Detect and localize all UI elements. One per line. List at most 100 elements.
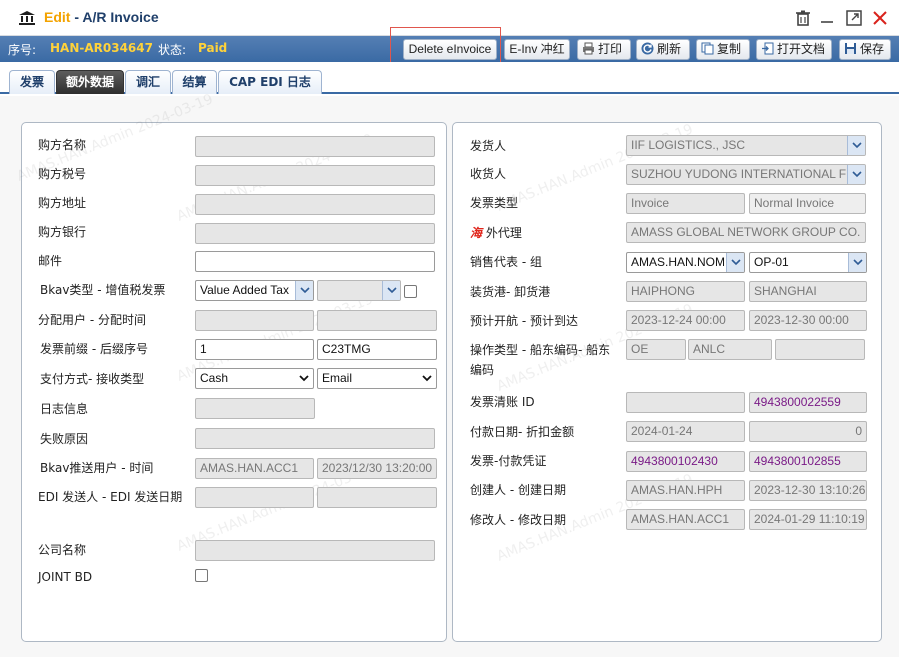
log-info-label: 日志信息: [40, 402, 89, 416]
delete-einvoice-button[interactable]: Delete eInvoice: [403, 39, 497, 60]
create-date-field[interactable]: 2023-12-30 13:10:26: [749, 480, 867, 501]
company-label: 公司名称: [38, 543, 87, 557]
prefix-label: 发票前缀 - 后缀序号: [40, 342, 148, 356]
creator-field[interactable]: AMAS.HAN.HPH: [626, 480, 745, 501]
log-info-field[interactable]: [195, 398, 315, 419]
buyer-tax-field[interactable]: [195, 165, 435, 186]
invoice-clear-id-field[interactable]: 4943800022559: [749, 392, 867, 413]
open-document-icon: [761, 42, 774, 55]
ports-label: 装货港- 卸货港: [470, 285, 551, 299]
creator-label: 创建人 - 创建日期: [470, 483, 566, 497]
payment-label: 支付方式- 接收类型: [40, 372, 145, 386]
fail-reason-field[interactable]: [195, 428, 435, 449]
einv-reverse-button[interactable]: E-Inv 冲红: [504, 39, 570, 60]
buyer-tax-label: 购方税号: [38, 167, 87, 181]
fail-reason-label: 失败原因: [40, 432, 89, 446]
payment-voucher-field[interactable]: 4943800102855: [749, 451, 867, 472]
assign-user-field[interactable]: [195, 310, 314, 331]
invoice-type-label: 发票类型: [470, 196, 519, 210]
discount-amount-field[interactable]: 0: [749, 421, 867, 442]
email-field[interactable]: [195, 251, 435, 272]
chevron-down-icon: [847, 165, 865, 184]
discharge-port-field[interactable]: SHANGHAI: [749, 281, 867, 302]
vat-invoice-select[interactable]: [317, 280, 401, 301]
overseas-agent-label: 海 外代理: [470, 226, 522, 240]
tab-extra-data[interactable]: 额外数据: [56, 70, 124, 94]
open-document-button[interactable]: 打开文档: [756, 39, 832, 60]
chevron-down-icon: [295, 369, 313, 388]
state-label: 状态:: [158, 43, 187, 57]
chevron-down-icon: [726, 253, 744, 272]
bkav-type-select[interactable]: Value Added Tax: [195, 280, 314, 301]
etd-field[interactable]: 2023-12-24 00:00: [626, 310, 745, 331]
invoice-type-field[interactable]: Invoice: [626, 193, 745, 214]
chevron-down-icon: [847, 136, 865, 155]
bkav-push-time-field[interactable]: 2023/12/30 13:20:00: [317, 458, 437, 479]
edi-sender-field[interactable]: [195, 487, 314, 508]
maximize-icon[interactable]: [845, 9, 863, 27]
bkav-push-user-field[interactable]: AMAS.HAN.ACC1: [195, 458, 314, 479]
tab-exchange-adjust[interactable]: 调汇: [125, 70, 171, 94]
serial-value: HAN-AR034647: [50, 41, 153, 55]
company-field[interactable]: [195, 540, 435, 561]
trash-icon[interactable]: [794, 9, 812, 27]
normal-invoice-field[interactable]: Normal Invoice: [749, 193, 866, 214]
refresh-icon: [641, 42, 654, 55]
vat-invoice-checkbox[interactable]: [404, 285, 417, 298]
buyer-bank-field[interactable]: [195, 223, 435, 244]
joint-bd-checkbox[interactable]: [195, 569, 208, 582]
group-select[interactable]: OP-01: [749, 252, 867, 273]
assign-time-field[interactable]: [317, 310, 437, 331]
loading-port-field[interactable]: HAIPHONG: [626, 281, 745, 302]
consignee-label: 收货人: [470, 167, 507, 181]
buyer-name-label: 购方名称: [38, 138, 87, 152]
buyer-bank-label: 购方银行: [38, 225, 87, 239]
printer-icon: [582, 42, 595, 55]
shipper-label: 发货人: [470, 139, 507, 153]
window-titlebar: Edit - A/R Invoice: [0, 0, 899, 36]
window-title: Edit - A/R Invoice: [44, 9, 159, 25]
modify-date-field[interactable]: 2024-01-29 11:10:19: [749, 509, 867, 530]
carrier-code-2-field[interactable]: [775, 339, 865, 360]
tab-settlement[interactable]: 结算: [172, 70, 217, 94]
eta-field[interactable]: 2023-12-30 00:00: [749, 310, 867, 331]
invoice-clear-field[interactable]: [626, 392, 745, 413]
modifier-label: 修改人 - 修改日期: [470, 513, 566, 527]
op-type-field[interactable]: OE: [626, 339, 686, 360]
buyer-address-label: 购方地址: [38, 196, 87, 210]
modifier-field[interactable]: AMAS.HAN.ACC1: [626, 509, 745, 530]
pay-date-field[interactable]: 2024-01-24: [626, 421, 745, 442]
shipper-select[interactable]: IIF LOGISTICS., JSC: [626, 135, 866, 156]
consignee-select[interactable]: SUZHOU YUDONG INTERNATIONAL F: [626, 164, 866, 185]
invoice-prefix-field[interactable]: 1: [195, 339, 314, 360]
sales-rep-select[interactable]: AMAS.HAN.NOM: [626, 252, 745, 273]
email-label: 邮件: [38, 254, 63, 268]
window-title-text: A/R Invoice: [82, 9, 159, 25]
receive-type-select[interactable]: Email: [317, 368, 437, 389]
buyer-name-field[interactable]: [195, 136, 435, 157]
minimize-icon[interactable]: [818, 9, 836, 27]
window-mode: Edit: [44, 9, 71, 25]
op-type-label: 操作类型 - 船东编码- 船东编码: [470, 343, 611, 377]
edi-sender-label: EDI 发送人 - EDI 发送日期: [38, 490, 183, 504]
joint-bd-label: JOINT BD: [38, 570, 93, 584]
chevron-down-icon: [418, 369, 436, 388]
tab-cap-edi-log[interactable]: CAP EDI 日志: [218, 70, 322, 94]
assign-label: 分配用户 - 分配时间: [38, 313, 146, 327]
serial-label: 序号:: [8, 43, 37, 57]
refresh-button[interactable]: 刷新: [636, 39, 690, 60]
suffix-serial-field[interactable]: C23TMG: [317, 339, 437, 360]
overseas-agent-field[interactable]: AMASS GLOBAL NETWORK GROUP CO.: [626, 222, 866, 243]
save-button[interactable]: 保存: [839, 39, 891, 60]
close-icon[interactable]: [871, 9, 889, 27]
floppy-disk-icon: [844, 42, 857, 55]
copy-button[interactable]: 复制: [696, 39, 750, 60]
edi-send-date-field[interactable]: [317, 487, 437, 508]
pay-date-label: 付款日期- 折扣金额: [470, 425, 575, 439]
carrier-code-field[interactable]: ANLC: [688, 339, 772, 360]
print-button[interactable]: 打印: [577, 39, 631, 60]
payment-method-select[interactable]: Cash: [195, 368, 314, 389]
tab-invoice[interactable]: 发票: [9, 70, 55, 94]
invoice-number-field[interactable]: 4943800102430: [626, 451, 745, 472]
buyer-address-field[interactable]: [195, 194, 435, 215]
